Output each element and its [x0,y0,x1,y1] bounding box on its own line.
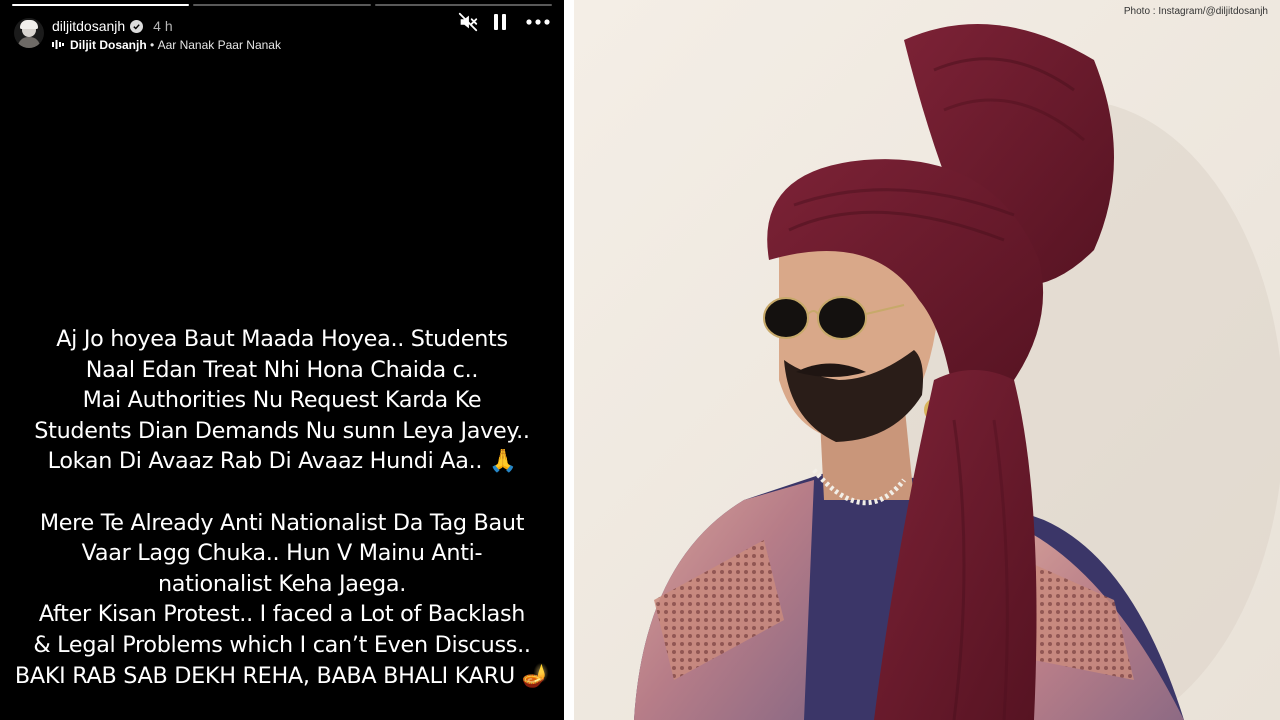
caption-line: Students Dian Demands Nu sunn Leya Javey… [34,417,530,444]
progress-segment [12,4,190,6]
username[interactable]: diljitdosanjh [52,18,125,34]
caption-line: & Legal Problems which I can’t Even Disc… [33,631,531,658]
caption-line: Mai Authorities Nu Request Karda Ke [82,387,482,414]
progress-segment [374,4,552,6]
caption-line: nationalist Keha Jaega. [157,570,407,597]
story-progress-bar [12,4,552,6]
audio-bars-icon [52,38,64,52]
speaker-muted-icon[interactable] [456,10,480,34]
music-separator: • [150,38,155,52]
username-row: diljitdosanjh 4 h [52,18,173,34]
photo-credit: Photo : Instagram/@diljitdosanjh [1123,6,1268,17]
verified-badge-icon [130,19,144,33]
portrait-photo: Photo : Instagram/@diljitdosanjh [574,0,1280,720]
pause-icon[interactable] [488,10,512,34]
story-caption-text: Aj Jo hoyea Baut Maada Hoyea.. Students N… [6,324,558,691]
caption-line: BAKI RAB SAB DEKH REHA, BABA BHALI KARU … [14,662,550,689]
portrait-illustration [574,0,1280,720]
music-sticker[interactable]: Diljit Dosanjh • Aar Nanak Paar Nanak [52,38,281,52]
avatar[interactable] [14,18,44,48]
instagram-story-panel: diljitdosanjh 4 h Diljit Dosanjh • Aar N… [0,0,564,720]
more-horizontal-icon[interactable] [526,10,550,34]
caption-line: Vaar Lagg Chuka.. Hun V Mainu Anti- [81,540,483,567]
caption-line: After Kisan Protest.. I faced a Lot of B… [38,601,526,628]
caption-line: Mere Te Already Anti Nationalist Da Tag … [39,509,525,536]
caption-line: Naal Edan Treat Nhi Hona Chaida c.. [85,356,479,383]
progress-segment [193,4,371,6]
caption-line: Aj Jo hoyea Baut Maada Hoyea.. Students [56,326,508,352]
post-time: 4 h [153,18,173,34]
caption-line: Lokan Di Avaaz Rab Di Avaaz Hundi Aa.. 🙏 [47,448,517,475]
music-artist: Diljit Dosanjh [70,38,147,52]
music-song-title: Aar Nanak Paar Nanak [157,38,281,52]
